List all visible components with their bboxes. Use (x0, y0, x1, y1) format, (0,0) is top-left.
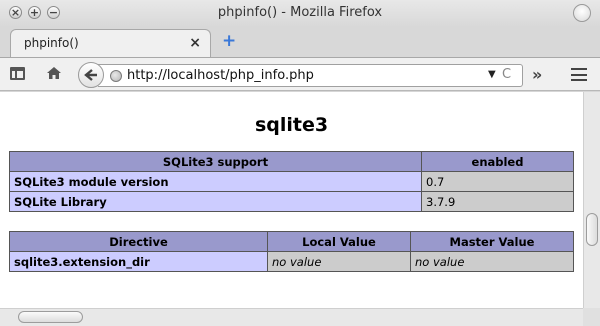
table-row: SQLite3 module version 0.7 (9, 171, 574, 192)
table-row: sqlite3.extension_dir no value no value (9, 251, 574, 272)
page-content: sqlite3 SQLite3 support enabled SQLite3 … (0, 92, 583, 308)
sqlite3-support-table: SQLite3 support enabled SQLite3 module v… (9, 151, 574, 212)
table-header: Master Value (410, 231, 574, 252)
table-header: Directive (9, 231, 268, 252)
tab-label: phpinfo() (24, 36, 79, 50)
window-titlebar: × + − phpinfo() - Mozilla Firefox (0, 0, 600, 27)
reload-icon[interactable]: C (502, 67, 511, 82)
close-tab-icon[interactable]: × (189, 35, 201, 51)
table-row: SQLite Library 3.7.9 (9, 191, 574, 212)
url-bar[interactable]: http://localhost/php_info.php ▼ C (98, 64, 523, 87)
table-cell-value: no value (267, 251, 411, 272)
table-cell-value: no value (410, 251, 574, 272)
url-dropdown-icon[interactable]: ▼ (488, 69, 496, 80)
sidebar-icon[interactable] (10, 67, 25, 80)
table-cell-label: SQLite Library (9, 191, 422, 212)
navigation-toolbar: http://localhost/php_info.php ▼ C » (0, 57, 600, 91)
scrollbar-corner (583, 308, 600, 326)
directive-table: Directive Local Value Master Value sqlit… (9, 231, 574, 272)
table-header: SQLite3 support (9, 151, 422, 172)
table-cell-value: 3.7.9 (421, 191, 574, 212)
horizontal-scrollbar[interactable] (0, 308, 583, 326)
horizontal-scroll-thumb[interactable] (18, 311, 83, 323)
table-header: enabled (421, 151, 574, 172)
menu-icon[interactable] (571, 68, 587, 81)
overflow-chevron-icon[interactable]: » (532, 65, 542, 84)
table-header-row: SQLite3 support enabled (9, 151, 574, 172)
tab-phpinfo[interactable]: phpinfo() × (10, 29, 211, 57)
home-icon[interactable] (45, 65, 63, 83)
table-cell-value: 0.7 (421, 171, 574, 192)
new-tab-icon[interactable]: + (222, 33, 236, 50)
globe-icon (110, 70, 122, 82)
url-text[interactable]: http://localhost/php_info.php (127, 68, 314, 83)
window-title: phpinfo() - Mozilla Firefox (217, 5, 383, 20)
window-circle-button[interactable] (573, 4, 591, 22)
back-button[interactable] (78, 62, 104, 88)
tab-strip: phpinfo() × + (0, 27, 600, 57)
vertical-scrollbar[interactable] (583, 92, 600, 308)
table-cell-label: sqlite3.extension_dir (9, 251, 268, 272)
page-heading: sqlite3 (254, 114, 329, 136)
table-cell-label: SQLite3 module version (9, 171, 422, 192)
table-header: Local Value (267, 231, 411, 252)
vertical-scroll-thumb[interactable] (586, 213, 598, 246)
table-header-row: Directive Local Value Master Value (9, 231, 574, 252)
